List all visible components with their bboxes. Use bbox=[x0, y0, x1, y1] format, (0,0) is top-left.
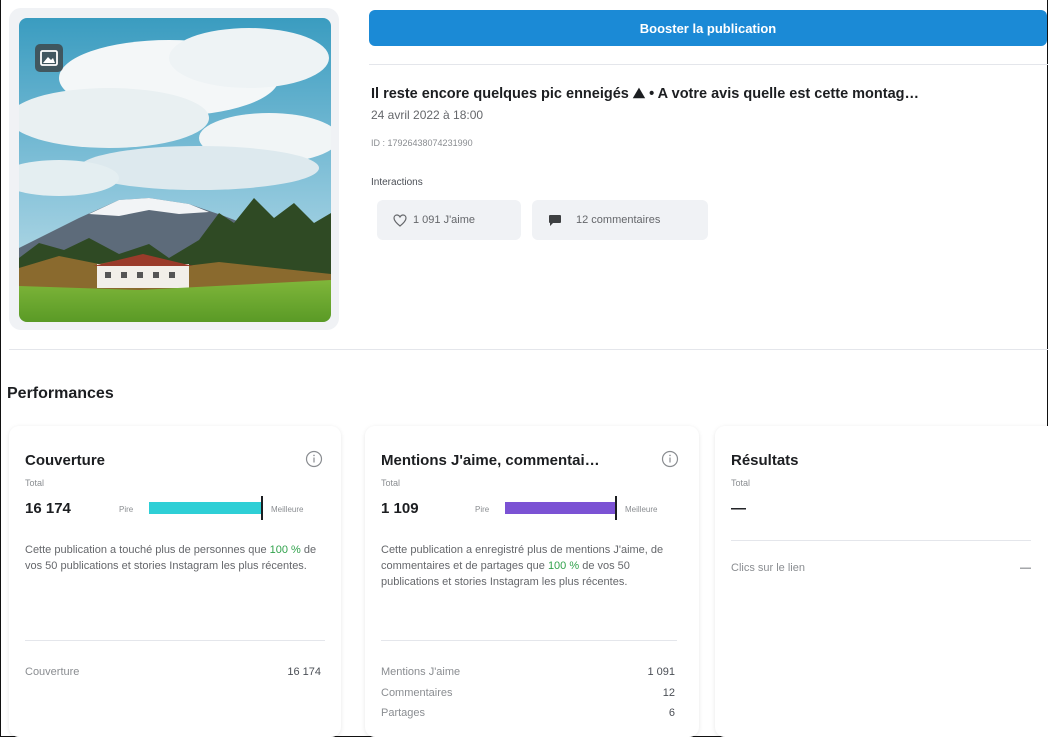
metric-row: Couverture 16 174 bbox=[25, 666, 321, 678]
speech-bubble-icon bbox=[549, 214, 561, 226]
post-date: 24 avril 2022 à 18:00 bbox=[371, 108, 484, 122]
comparison-bar-fill bbox=[505, 502, 615, 514]
metric-label: Commentaires bbox=[381, 687, 453, 699]
image-icon bbox=[35, 44, 63, 72]
description-text: Cette publication a touché plus de perso… bbox=[25, 544, 270, 556]
boost-post-button[interactable]: Booster la publication bbox=[369, 10, 1047, 46]
total-value: — bbox=[731, 500, 746, 517]
bar-max-label: Meilleure bbox=[271, 505, 304, 514]
metric-value: 12 bbox=[662, 687, 675, 699]
comparison-bar-marker bbox=[615, 496, 617, 520]
info-circle-icon[interactable] bbox=[305, 450, 323, 468]
results-card: Résultats Total — Clics sur le lien — bbox=[715, 426, 1048, 737]
post-caption: Il reste encore quelques pic enneigés ⛰ … bbox=[371, 86, 920, 102]
card-title: Mentions J'aime, commentai… bbox=[381, 452, 600, 469]
metric-label: Partages bbox=[381, 707, 426, 719]
metric-value: 1 091 bbox=[647, 666, 675, 678]
total-value: 16 174 bbox=[25, 500, 71, 517]
total-label: Total bbox=[25, 478, 45, 488]
metric-row: Mentions J'aime 1 091 bbox=[381, 666, 675, 678]
comparison-bar-fill bbox=[149, 502, 261, 514]
reach-card: Couverture Total 16 174 Pire Meilleure C… bbox=[9, 426, 341, 737]
metric-label: Mentions J'aime bbox=[381, 666, 461, 678]
card-divider bbox=[731, 540, 1031, 541]
interactions-label: Interactions bbox=[371, 177, 423, 188]
total-value: 1 109 bbox=[381, 500, 419, 517]
bar-max-label: Meilleure bbox=[625, 505, 658, 514]
card-title: Résultats bbox=[731, 452, 799, 469]
divider bbox=[369, 64, 1048, 65]
section-divider bbox=[9, 349, 1048, 350]
comparison-bar bbox=[505, 502, 615, 514]
performances-title: Performances bbox=[7, 385, 114, 402]
likes-chip[interactable]: 1 091 J'aime bbox=[377, 200, 521, 240]
likes-count-label: 1 091 J'aime bbox=[413, 214, 476, 226]
card-divider bbox=[381, 640, 677, 641]
total-label: Total bbox=[381, 478, 401, 488]
percentage-highlight: 100 % bbox=[269, 544, 301, 556]
post-id: ID : 17926438074231990 bbox=[371, 138, 473, 148]
metric-label: Couverture bbox=[25, 666, 80, 678]
metric-value: 6 bbox=[668, 707, 675, 719]
post-thumbnail[interactable] bbox=[19, 18, 331, 322]
heart-outline-icon bbox=[393, 213, 407, 227]
metric-row: Partages 6 bbox=[381, 707, 675, 719]
page-frame: Booster la publication Il reste encore q… bbox=[0, 0, 1048, 737]
metric-row: Clics sur le lien — bbox=[731, 562, 1031, 574]
card-divider bbox=[25, 640, 325, 641]
metric-value: — bbox=[1020, 562, 1031, 574]
post-thumbnail-container bbox=[9, 8, 339, 330]
bar-min-label: Pire bbox=[119, 505, 134, 514]
metric-label: Clics sur le lien bbox=[731, 562, 805, 574]
landscape-image bbox=[19, 18, 331, 322]
comparison-bar-marker bbox=[261, 496, 263, 520]
engagement-card: Mentions J'aime, commentai… Total 1 109 … bbox=[365, 426, 699, 737]
total-label: Total bbox=[731, 478, 751, 488]
comparison-bar bbox=[149, 502, 261, 514]
card-description: Cette publication a touché plus de perso… bbox=[25, 542, 321, 574]
metric-row: Commentaires 12 bbox=[381, 687, 675, 699]
comments-count-label: 12 commentaires bbox=[576, 214, 661, 226]
card-description: Cette publication a enregistré plus de m… bbox=[381, 542, 677, 590]
info-circle-icon[interactable] bbox=[661, 450, 679, 468]
metric-value: 16 174 bbox=[287, 666, 321, 678]
bar-min-label: Pire bbox=[475, 505, 490, 514]
percentage-highlight: 100 % bbox=[547, 560, 580, 572]
comments-chip[interactable]: 12 commentaires bbox=[532, 200, 708, 240]
card-title: Couverture bbox=[25, 452, 106, 469]
